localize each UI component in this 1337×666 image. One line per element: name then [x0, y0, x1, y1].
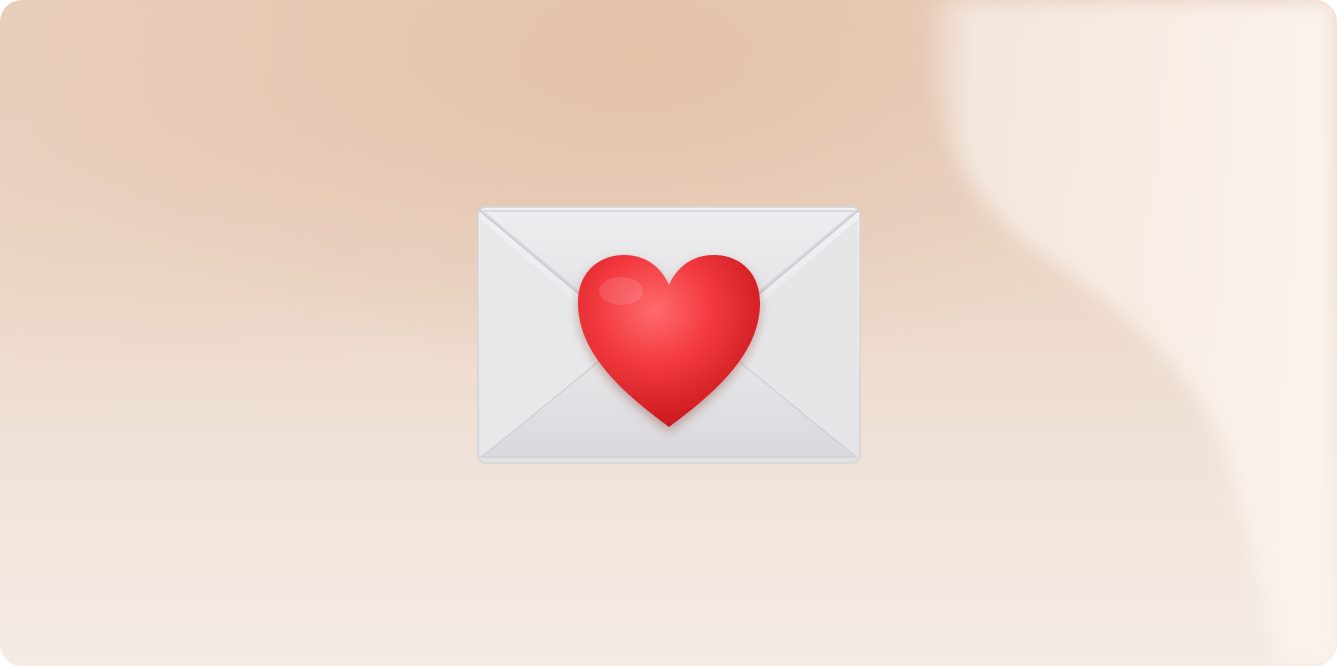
love-letter-icon	[476, 205, 862, 465]
banner-card	[0, 0, 1337, 666]
